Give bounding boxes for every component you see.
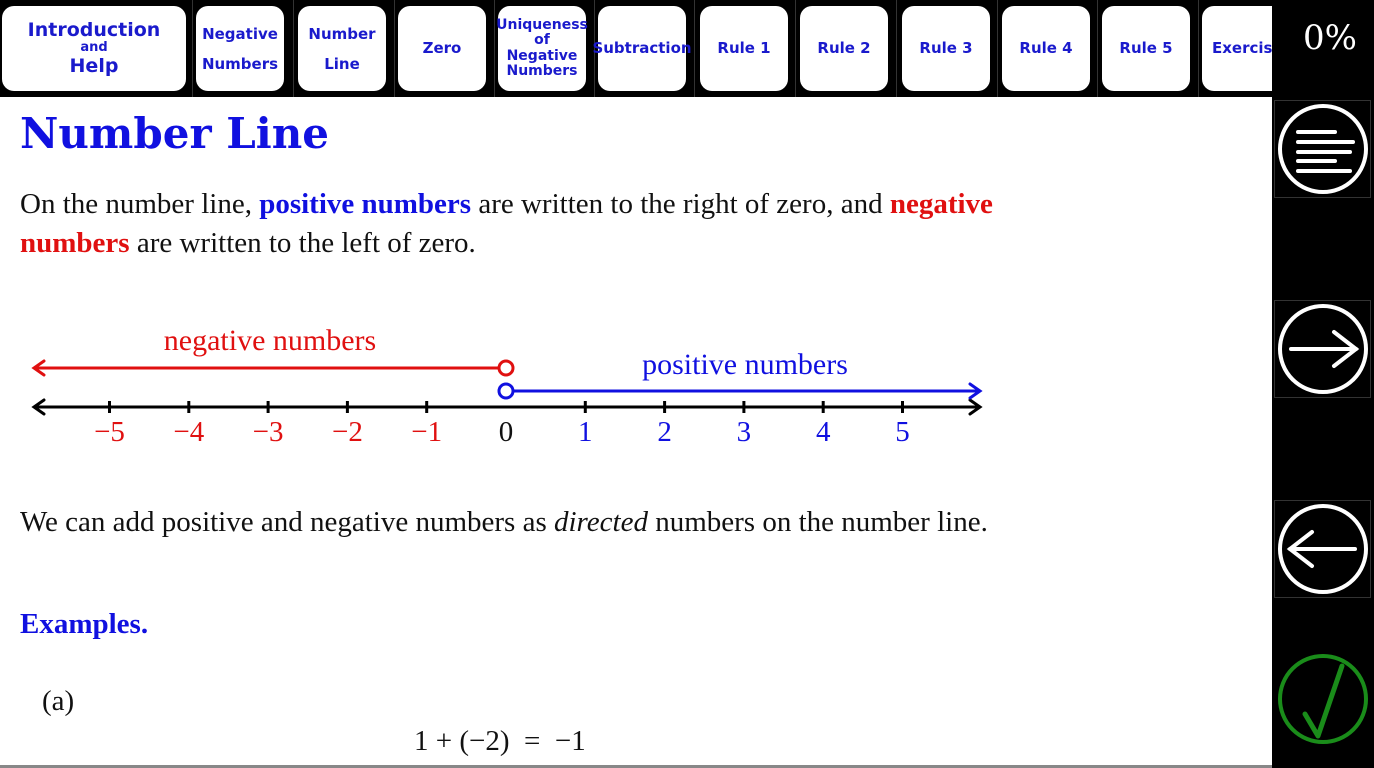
tab-label-line: Exercise [1212,39,1272,58]
top-navigation: Introduction and Help Negative Numbers Number… [0,0,1272,97]
tab-rule-5[interactable]: Rule 5 [1102,6,1190,91]
tab-rule-2[interactable]: Rule 2 [800,6,888,91]
tick-label: −5 [94,416,125,448]
tab-separator [293,0,294,97]
tab-separator [394,0,395,97]
tab-label: Rule 2 [817,40,870,57]
next-button[interactable] [1274,300,1371,398]
intro-text-1: On the number line, [20,188,260,220]
positive-open-circle [497,382,515,400]
tab-separator [1198,0,1199,97]
tab-rule-3[interactable]: Rule 3 [902,6,990,91]
menu-lines-icon [1277,104,1368,194]
tab-label: Rule 1 [717,40,770,57]
intro-paragraph: On the number line, positive numbers are… [20,185,1000,263]
directed-text-2: numbers on the number line. [647,506,988,538]
examples-heading: Examples. [20,608,149,640]
checkmark-icon [1277,654,1368,744]
tab-separator [795,0,796,97]
example-label: (a) [42,685,75,717]
tab-label: Negative Numbers [202,19,278,79]
tab-label-line: of [534,32,550,49]
negative-numbers-label: negative numbers [164,324,376,357]
content-area: Number Line On the number line, positive… [0,97,1272,768]
tab-label-line: Rule 4 [1019,39,1073,58]
previous-button[interactable] [1274,500,1371,598]
tab-separator [694,0,695,97]
tick-label: 3 [737,416,752,448]
sidebar: 0% [1272,0,1374,768]
tab-label-line: Subtraction [592,39,692,58]
tab-zero[interactable]: Zero [398,6,486,91]
tab-label-line: Number [308,24,376,43]
tab-label: Rule 5 [1119,40,1172,57]
tab-label-line: Help [69,54,119,77]
tab-label-line: Numbers [201,54,279,73]
arrow-left-icon [1277,504,1368,594]
tab-uniqueness-of-negative-numbers[interactable]: Uniqueness of Negative Numbers [496,6,588,91]
tick-label: 2 [657,416,672,448]
tick-label: −2 [332,416,363,448]
tab-label-line: Negative [506,47,578,64]
negative-open-circle [497,359,515,377]
tick-label: 1 [578,416,593,448]
tab-introduction-and-help[interactable]: Introduction and Help [2,6,186,91]
tab-label: Subtraction [592,40,691,57]
tab-label: Uniqueness of Negative Numbers [496,16,588,80]
directed-text-1: We can add positive and negative numbers… [20,506,554,538]
progress-indicator: 0% [1303,18,1357,58]
check-button[interactable] [1274,650,1371,748]
tab-label: Exercise [1212,40,1272,57]
tab-label-line: and [80,40,108,56]
tab-label-line: Introduction [27,19,161,42]
tab-label-line: Zero [422,39,462,58]
positive-numbers-term: positive numbers [259,188,472,220]
tab-label-line: Rule 3 [919,39,973,58]
tab-separator [896,0,897,97]
directed-paragraph: We can add positive and negative numbers… [20,503,1000,542]
tab-separator [192,0,193,97]
tab-negative-numbers[interactable]: Negative Numbers [196,6,284,91]
tab-label-line: Line [324,54,360,73]
tick-label: −4 [173,416,204,448]
tab-separator [1097,0,1098,97]
tab-separator [494,0,495,97]
tab-number-line[interactable]: Number Line [298,6,386,91]
page-title: Number Line [20,109,329,158]
example-equation: 1 + (−2) = −1 [414,725,586,757]
tab-label-line: Uniqueness [496,16,588,33]
menu-button[interactable] [1274,100,1371,198]
tick-label: 4 [816,416,831,448]
tab-label-line: Negative [202,24,278,43]
tab-separator [997,0,998,97]
directed-term: directed [554,506,648,538]
tick-label: −1 [411,416,442,448]
number-line-diagram: −5 −4 −3 −2 −1 0 1 2 3 4 5 negative numbers positive… [31,324,983,448]
tab-exercise[interactable]: Exercise [1202,6,1272,91]
tab-rule-4[interactable]: Rule 4 [1002,6,1090,91]
tab-label-line: Numbers [506,62,578,79]
tick-label: 0 [499,416,514,448]
tab-label: Zero [423,40,462,57]
arrow-right-icon [1277,304,1368,394]
intro-text-2: are written to the right of zero, and [471,188,890,220]
tick-label: 5 [895,416,910,448]
tab-label: Rule 4 [1019,40,1072,57]
tab-subtraction[interactable]: Subtraction [592,6,692,91]
tick-label: −3 [253,416,284,448]
tab-label: Rule 3 [919,40,972,57]
positive-numbers-label: positive numbers [642,348,848,381]
tab-label-line: Rule 1 [717,39,771,58]
tab-label-line: Rule 5 [1119,39,1173,58]
intro-text-3: are written to the left of zero. [129,227,476,259]
tab-rule-1[interactable]: Rule 1 [700,6,788,91]
tab-label: Number Line [308,19,375,79]
tab-label-line: Rule 2 [817,39,871,58]
tab-label: Introduction and Help [28,20,161,76]
